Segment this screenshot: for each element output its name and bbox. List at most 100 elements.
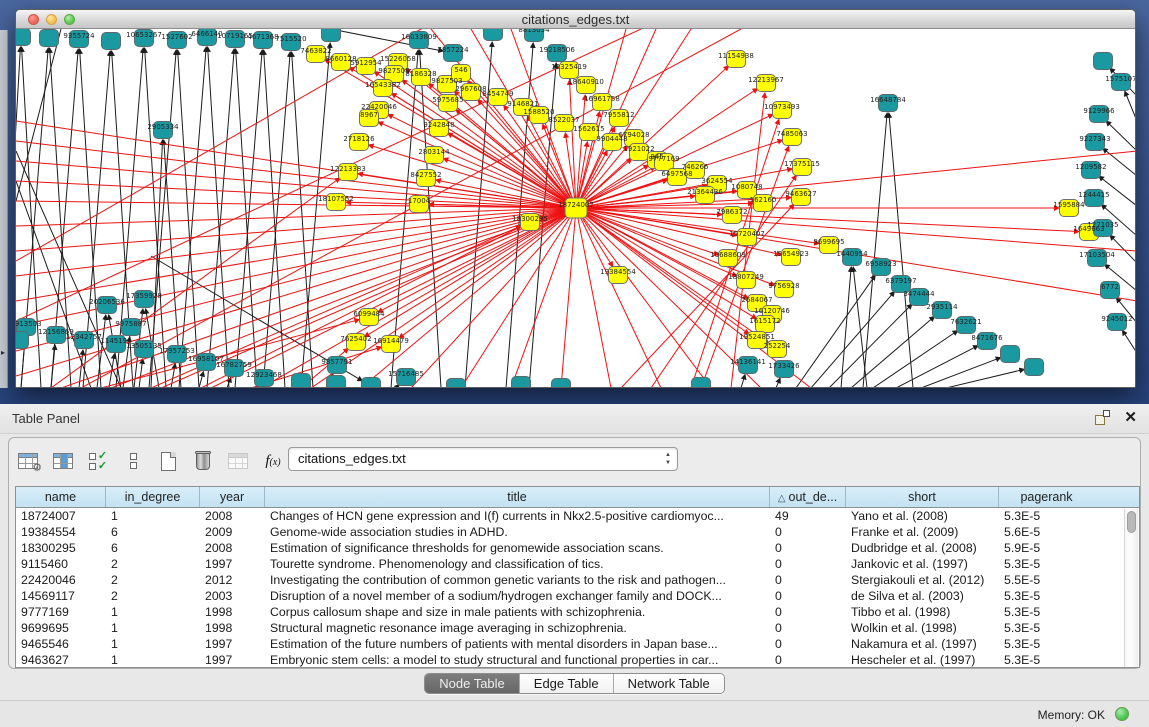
table-cell[interactable]: Embryonic stem cells: a model to study s…: [265, 652, 770, 668]
table-cell[interactable]: 6: [106, 540, 200, 556]
table-cell[interactable]: 1997: [200, 636, 265, 652]
node-table[interactable]: namein_degreeyeartitle△out_de...shortpag…: [15, 486, 1140, 668]
column-header-pagerank[interactable]: pagerank: [999, 487, 1094, 507]
table-cell[interactable]: 5.3E-5: [999, 508, 1094, 524]
table-cell[interactable]: Stergiakouli et al. (2012): [846, 572, 999, 588]
table-cell[interactable]: 5.3E-5: [999, 588, 1094, 604]
citation-edge-black[interactable]: [178, 50, 199, 387]
tab-edge-table[interactable]: Edge Table: [520, 674, 614, 693]
graph-node[interactable]: [327, 376, 346, 388]
table-cell[interactable]: Wolkin et al. (1998): [846, 620, 999, 636]
table-cell[interactable]: 5.3E-5: [999, 620, 1094, 636]
table-cell[interactable]: 2012: [200, 572, 265, 588]
table-row[interactable]: 1456911722003Disruption of a novel membe…: [16, 588, 1139, 604]
panel-collapse-arrow-icon[interactable]: ▸: [1, 348, 5, 357]
citation-edge-red[interactable]: [576, 208, 719, 255]
citation-edge-black[interactable]: [946, 369, 1024, 387]
tab-network-table[interactable]: Network Table: [614, 674, 724, 693]
select-all-button[interactable]: ✓ ✓: [85, 447, 111, 475]
citation-edge-black[interactable]: [811, 292, 894, 387]
graph-node[interactable]: [40, 30, 59, 47]
table-settings-button[interactable]: ⚙: [15, 447, 41, 475]
table-cell[interactable]: 14569117: [16, 588, 106, 604]
table-cell[interactable]: 2: [106, 588, 200, 604]
citation-edge-black[interactable]: [896, 346, 978, 387]
table-cell[interactable]: 1: [106, 508, 200, 524]
delete-button[interactable]: [190, 447, 216, 475]
table-cell[interactable]: Jankovic et al. (1997): [846, 556, 999, 572]
table-cell[interactable]: 2008: [200, 540, 265, 556]
column-header-year[interactable]: year: [200, 487, 265, 507]
graph-node[interactable]: [322, 29, 341, 42]
table-cell[interactable]: 19384554: [16, 524, 106, 540]
citation-edge-black[interactable]: [51, 345, 55, 387]
citation-edge-black[interactable]: [199, 372, 203, 387]
table-cell[interactable]: 18300295: [16, 540, 106, 556]
table-cell[interactable]: 5.3E-5: [999, 652, 1094, 668]
citation-edge-red[interactable]: [378, 208, 576, 312]
table-cell[interactable]: 5.3E-5: [999, 604, 1094, 620]
table-cell[interactable]: 0: [770, 588, 846, 604]
table-cell[interactable]: 1998: [200, 604, 265, 620]
citation-edge-black[interactable]: [889, 113, 913, 387]
graph-node[interactable]: [512, 377, 531, 388]
table-cell[interactable]: 5.3E-5: [999, 556, 1094, 572]
graph-node[interactable]: [484, 29, 503, 41]
column-header-short[interactable]: short: [846, 487, 999, 507]
citation-edge-red[interactable]: [576, 208, 661, 387]
table-row[interactable]: 1872400712008Changes of HCN gene express…: [16, 508, 1139, 524]
window-titlebar[interactable]: citations_edges.txt: [16, 10, 1135, 29]
citation-edge-red[interactable]: [570, 80, 576, 208]
table-cell[interactable]: Investigating the contribution of common…: [265, 572, 770, 588]
citation-edge-black[interactable]: [829, 304, 912, 387]
table-cell[interactable]: 9699695: [16, 620, 106, 636]
citation-edge-black[interactable]: [841, 267, 851, 387]
citation-edge-black[interactable]: [853, 267, 867, 387]
citation-edge-red[interactable]: [561, 208, 576, 387]
citation-edge-black[interactable]: [139, 359, 143, 387]
graph-node[interactable]: [362, 378, 381, 388]
network-view-window[interactable]: citations_edges.txt 18724007746382286601…: [15, 9, 1136, 388]
citation-edge-red[interactable]: [576, 208, 1135, 251]
table-cell[interactable]: 9777169: [16, 604, 106, 620]
table-cell[interactable]: Tibbo et al. (1998): [846, 604, 999, 620]
table-cell[interactable]: 0: [770, 540, 846, 556]
table-cell[interactable]: 1: [106, 620, 200, 636]
table-cell[interactable]: 0: [770, 636, 846, 652]
table-cell[interactable]: Changes of HCN gene expression and I(f) …: [265, 508, 770, 524]
citation-edge-black[interactable]: [1125, 91, 1135, 121]
table-cell[interactable]: 2: [106, 556, 200, 572]
citation-edge-red[interactable]: [16, 201, 576, 208]
table-row[interactable]: 1938455462009Genome-wide association stu…: [16, 524, 1139, 540]
table-cell[interactable]: Yano et al. (2008): [846, 508, 999, 524]
tab-node-table[interactable]: Node Table: [425, 674, 520, 693]
table-body[interactable]: 1872400712008Changes of HCN gene express…: [16, 508, 1139, 668]
column-settings-button[interactable]: [50, 447, 76, 475]
citation-edge-red[interactable]: [576, 208, 711, 387]
citation-network-graph[interactable]: 1872400774638228660128591295415226058982…: [16, 29, 1135, 387]
citation-edge-black[interactable]: [921, 358, 1001, 387]
citation-edge-black[interactable]: [796, 275, 875, 387]
table-cell[interactable]: Disruption of a novel member of a sodium…: [265, 588, 770, 604]
table-cell[interactable]: 49: [770, 508, 846, 524]
table-cell[interactable]: Hescheler et al. (1997): [846, 652, 999, 668]
table-scrollbar-thumb[interactable]: [1127, 511, 1136, 533]
table-cell[interactable]: 0: [770, 572, 846, 588]
graph-node[interactable]: [552, 379, 571, 388]
table-cell[interactable]: 0: [770, 620, 846, 636]
table-cell[interactable]: 1: [106, 652, 200, 668]
table-row[interactable]: 946362711997Embryonic stem cells: a mode…: [16, 652, 1139, 668]
table-cell[interactable]: 5.6E-5: [999, 524, 1094, 540]
citation-edge-black[interactable]: [1122, 330, 1135, 353]
table-cell[interactable]: 5.3E-5: [999, 636, 1094, 652]
table-row[interactable]: 946554611997Estimation of the future num…: [16, 636, 1139, 652]
table-cell[interactable]: Genome-wide association studies in ADHD.: [265, 524, 770, 540]
graph-node[interactable]: [1001, 346, 1020, 363]
table-row[interactable]: 1830029562008Estimation of significance …: [16, 540, 1139, 556]
float-panel-icon[interactable]: [1095, 410, 1110, 425]
table-cell[interactable]: 0: [770, 556, 846, 572]
new-document-button[interactable]: [155, 447, 181, 475]
table-cell[interactable]: 1997: [200, 652, 265, 668]
column-header-title[interactable]: title: [265, 487, 770, 507]
graph-node[interactable]: [447, 379, 466, 388]
